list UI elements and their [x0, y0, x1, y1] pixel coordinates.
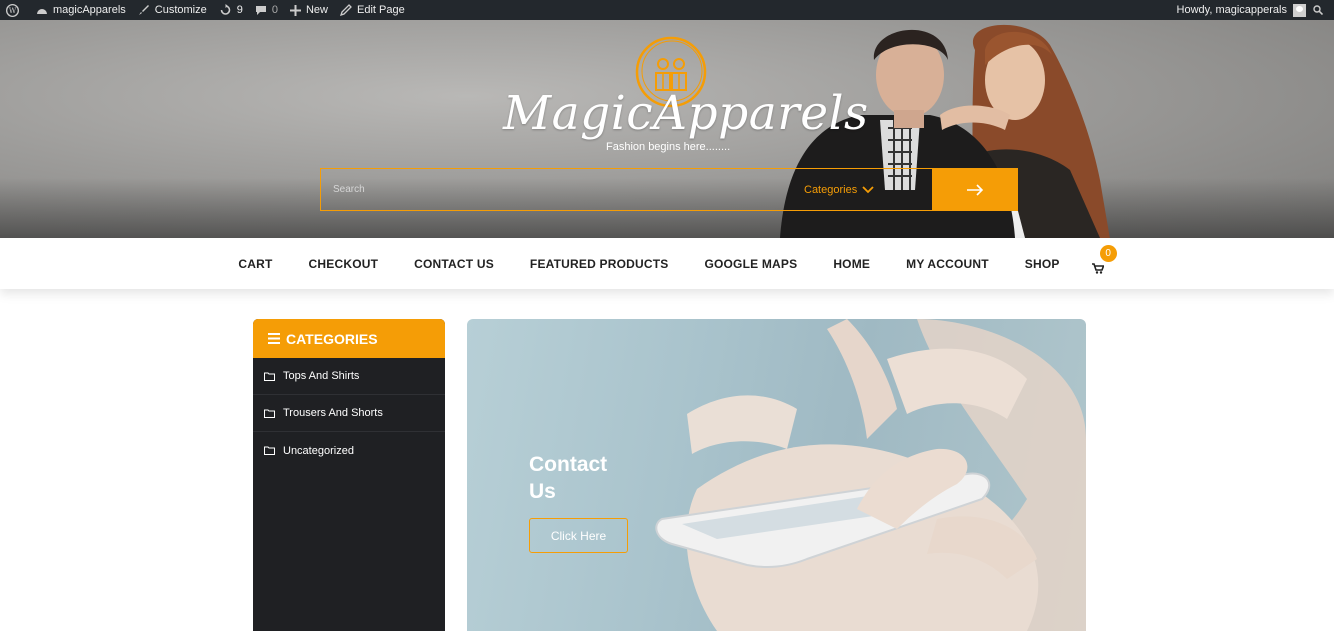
search-input[interactable]	[321, 169, 782, 210]
category-label: Trousers And Shorts	[283, 407, 383, 419]
wordpress-logo-button[interactable]: W	[0, 0, 30, 20]
pencil-icon	[340, 4, 352, 16]
wordpress-icon: W	[6, 3, 19, 17]
edit-page-label: Edit Page	[357, 4, 405, 16]
category-item-tops-and-shirts[interactable]: Tops And Shirts	[253, 358, 445, 395]
nav-featured-products[interactable]: FEATURED PRODUCTS	[530, 257, 669, 271]
menu-icon	[268, 333, 280, 344]
brush-icon	[138, 5, 149, 15]
my-account-menu[interactable]: Howdy, magicapperals	[1171, 0, 1334, 20]
hero-slide: Contact Us Click Here	[467, 319, 1086, 631]
folder-icon	[264, 446, 275, 455]
new-content-link[interactable]: New	[284, 0, 334, 20]
categories-sidebar: CATEGORIES Tops And Shirts Trousers And …	[253, 319, 445, 631]
main-navigation: CART CHECKOUT CONTACT US FEATURED PRODUC…	[0, 238, 1334, 289]
updates-link[interactable]: 9	[213, 0, 249, 20]
brand-tagline: Fashion begins here........	[606, 141, 731, 153]
site-name-label: magicApparels	[53, 4, 126, 16]
comment-icon	[255, 5, 266, 15]
edit-page-link[interactable]: Edit Page	[334, 0, 411, 20]
categories-header: CATEGORIES	[253, 319, 445, 358]
search-submit-button[interactable]	[932, 169, 1017, 210]
product-search-form: Categories	[320, 168, 1018, 211]
brand-title[interactable]: MagicApparels	[503, 86, 869, 141]
plus-icon	[289, 4, 301, 16]
nav-google-maps[interactable]: GOOGLE MAPS	[704, 257, 797, 271]
categories-title: CATEGORIES	[286, 330, 378, 347]
nav-my-account[interactable]: MY ACCOUNT	[906, 257, 989, 271]
customize-link[interactable]: Customize	[132, 0, 213, 20]
hero-title: Contact Us	[529, 453, 608, 503]
folder-icon	[264, 409, 275, 418]
folder-icon	[264, 372, 275, 381]
cart-icon	[1091, 262, 1104, 274]
nav-checkout[interactable]: CHECKOUT	[309, 257, 379, 271]
nav-cart[interactable]: CART	[238, 257, 272, 271]
search-icon[interactable]	[1313, 5, 1323, 15]
nav-home[interactable]: HOME	[833, 257, 870, 271]
comments-link[interactable]: 0	[249, 0, 284, 20]
category-item-trousers-and-shorts[interactable]: Trousers And Shorts	[253, 395, 445, 432]
header-banner: MagicApparels Fashion begins here.......…	[0, 20, 1334, 238]
dashboard-icon	[37, 8, 47, 14]
comments-count: 0	[271, 4, 278, 16]
nav-contact-us[interactable]: CONTACT US	[414, 257, 494, 271]
category-item-uncategorized[interactable]: Uncategorized	[253, 432, 445, 469]
category-dropdown-label: Categories	[804, 183, 858, 196]
site-name-link[interactable]: magicApparels	[30, 0, 132, 20]
admin-bar: W magicApparels Customize 9 0 New Edit P…	[0, 0, 1334, 20]
arrow-right-icon	[966, 183, 983, 196]
click-here-button[interactable]: Click Here	[529, 518, 628, 553]
category-label: Uncategorized	[283, 444, 354, 457]
category-label: Tops And Shirts	[283, 370, 360, 382]
category-dropdown[interactable]: Categories	[782, 169, 932, 210]
mini-cart-button[interactable]: 0	[1091, 244, 1117, 274]
chevron-down-icon	[862, 185, 874, 193]
avatar	[1293, 3, 1306, 17]
updates-count: 9	[236, 4, 243, 16]
cart-count-badge: 0	[1099, 244, 1117, 262]
updates-icon	[220, 4, 231, 15]
svg-text:W: W	[9, 6, 17, 15]
howdy-label: Howdy, magicapperals	[1176, 4, 1287, 16]
nav-shop[interactable]: SHOP	[1025, 257, 1060, 271]
new-label: New	[305, 4, 328, 16]
customize-label: Customize	[154, 4, 207, 16]
